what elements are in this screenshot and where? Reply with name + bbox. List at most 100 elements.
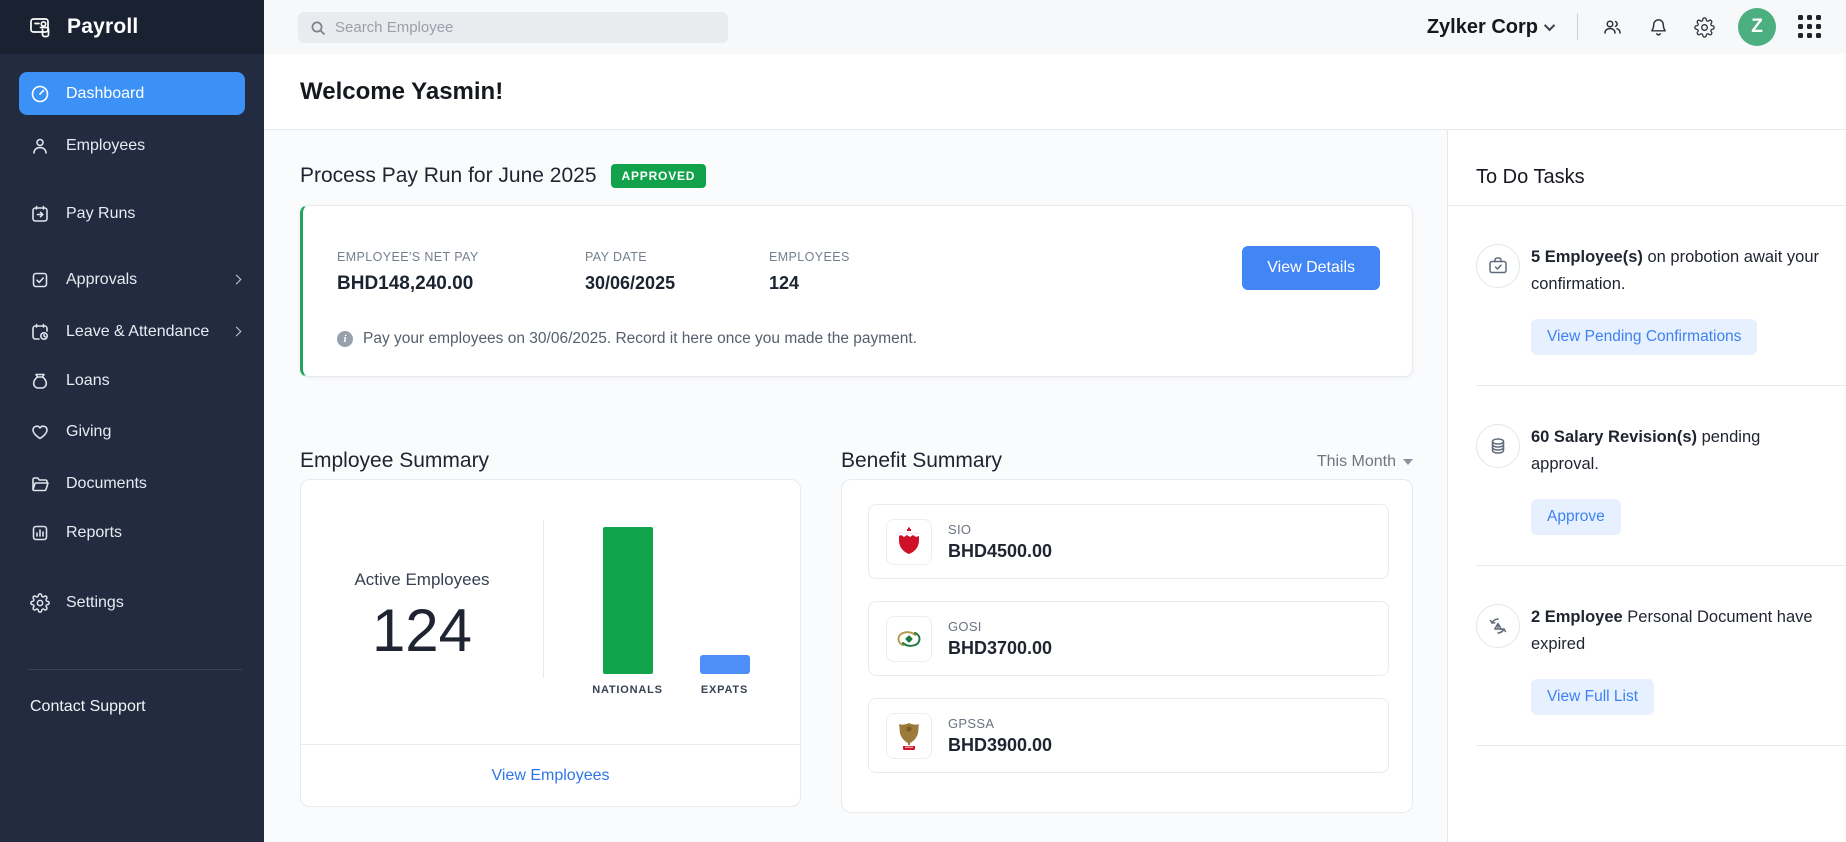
- task-text: 5 Employee(s) on probotion await your co…: [1531, 244, 1822, 298]
- sidebar-item-approvals[interactable]: Approvals: [0, 258, 264, 301]
- benefit-amount: BHD3700.00: [948, 638, 1052, 659]
- benefit-row-gosi[interactable]: GOSI BHD3700.00: [868, 601, 1389, 676]
- sidebar-item-leave-attendance[interactable]: Leave & Attendance: [0, 310, 264, 353]
- bar-nationals: [603, 527, 653, 674]
- settings-gear-icon: [30, 593, 50, 613]
- task-text: 60 Salary Revision(s) pending approval.: [1531, 424, 1822, 478]
- task-expired-documents: 2 Employee Personal Document have expire…: [1448, 566, 1846, 715]
- sidebar-item-giving[interactable]: Giving: [0, 410, 264, 453]
- task-pending-confirmations: 5 Employee(s) on probotion await your co…: [1448, 206, 1846, 355]
- reports-icon: [30, 523, 50, 543]
- topbar: Zylker Corp Z: [264, 0, 1846, 54]
- benefit-summary-title: Benefit Summary: [841, 449, 1002, 473]
- stat-label: PAY DATE: [585, 250, 769, 264]
- gosi-logo-icon: [886, 616, 932, 662]
- task-salary-revisions: 60 Salary Revision(s) pending approval. …: [1448, 386, 1846, 535]
- approve-button[interactable]: Approve: [1531, 499, 1621, 535]
- view-full-list-button[interactable]: View Full List: [1531, 679, 1654, 715]
- task-count: 60 Salary Revision(s): [1531, 428, 1697, 446]
- benefit-row-sio[interactable]: SIO BHD4500.00: [868, 504, 1389, 579]
- stat-label: EMPLOYEE'S NET PAY: [337, 250, 585, 264]
- sidebar-item-reports[interactable]: Reports: [0, 511, 264, 554]
- sio-emblem-icon: [886, 519, 932, 565]
- active-employees-label: Active Employees: [354, 570, 489, 590]
- search-input[interactable]: [335, 19, 695, 36]
- benefit-amount: BHD3900.00: [948, 735, 1052, 756]
- sidebar-item-pay-runs[interactable]: Pay Runs: [0, 192, 264, 235]
- dropdown-arrow-icon: [1403, 459, 1413, 465]
- dashboard-icon: [30, 84, 50, 104]
- benefit-amount: BHD4500.00: [948, 541, 1052, 562]
- employee-summary-card: Active Employees 124 NATIONALS EXPATS Vi…: [300, 479, 801, 807]
- benefit-period-dropdown[interactable]: This Month: [1305, 453, 1413, 471]
- leave-attendance-icon: [30, 322, 50, 342]
- coins-icon: [1476, 424, 1520, 468]
- sidebar-item-employees[interactable]: Employees: [0, 124, 264, 167]
- sidebar-item-label: Employees: [66, 137, 145, 155]
- expired-document-icon: [1476, 604, 1520, 648]
- users-icon[interactable]: [1600, 15, 1624, 39]
- benefit-summary-card: SIO BHD4500.00 GOSI BHD3700.00: [841, 479, 1413, 813]
- sidebar-item-label: Approvals: [66, 271, 137, 289]
- approvals-icon: [30, 270, 50, 290]
- chevron-down-icon: [1544, 20, 1555, 31]
- sidebar-item-loans[interactable]: Loans: [0, 359, 264, 402]
- view-employees-link[interactable]: View Employees: [492, 767, 610, 785]
- main-content: Process Pay Run for June 2025 APPROVED E…: [264, 130, 1447, 842]
- todo-panel: To Do Tasks 5 Employee(s) on probotion a…: [1447, 130, 1846, 842]
- sidebar-item-dashboard[interactable]: Dashboard: [19, 72, 245, 115]
- briefcase-check-icon: [1476, 244, 1520, 288]
- app-grid-icon[interactable]: [1798, 15, 1822, 39]
- employee-bar-chart: NATIONALS EXPATS: [571, 480, 781, 720]
- task-text: 2 Employee Personal Document have expire…: [1531, 604, 1822, 658]
- sidebar-item-documents[interactable]: Documents: [0, 462, 264, 505]
- sidebar-item-label: Settings: [66, 594, 124, 612]
- sidebar-nav: Dashboard Employees Pay Runs Approvals: [0, 54, 264, 716]
- sidebar-item-label: Pay Runs: [66, 205, 135, 223]
- sidebar: Payroll Dashboard Employees Pay Runs App…: [0, 0, 264, 842]
- sidebar-item-settings[interactable]: Settings: [0, 581, 264, 624]
- benefit-name: SIO: [948, 522, 1052, 537]
- info-icon: i: [337, 331, 353, 347]
- benefit-name: GOSI: [948, 619, 1052, 634]
- loans-icon: [30, 371, 50, 391]
- sidebar-item-label: Giving: [66, 423, 111, 441]
- task-count: 5 Employee(s): [1531, 248, 1643, 266]
- pay-runs-icon: [30, 204, 50, 224]
- benefit-period-value: This Month: [1317, 453, 1396, 470]
- chevron-right-icon: [232, 275, 242, 285]
- org-name: Zylker Corp: [1427, 16, 1538, 39]
- documents-folder-icon: [30, 474, 50, 494]
- sidebar-item-label: Reports: [66, 524, 122, 542]
- payrun-note: Pay your employees on 30/06/2025. Record…: [363, 330, 917, 348]
- status-badge: APPROVED: [611, 164, 707, 188]
- app-logo: Payroll: [0, 0, 264, 54]
- sidebar-divider: [28, 669, 242, 670]
- employee-search[interactable]: [298, 12, 728, 43]
- app-title: Payroll: [67, 15, 138, 39]
- sidebar-item-label: Dashboard: [66, 85, 144, 103]
- benefit-name: GPSSA: [948, 716, 1052, 731]
- contact-support-link[interactable]: Contact Support: [0, 698, 264, 716]
- notifications-bell-icon[interactable]: [1646, 15, 1670, 39]
- stat-label: EMPLOYEES: [769, 250, 850, 264]
- payrun-card: EMPLOYEE'S NET PAY BHD148,240.00 PAY DAT…: [300, 205, 1413, 377]
- chart-divider: [543, 520, 544, 678]
- bar-expats: [700, 655, 750, 674]
- view-details-button[interactable]: View Details: [1242, 246, 1380, 290]
- org-switcher[interactable]: Zylker Corp: [1427, 16, 1555, 39]
- page-title: Welcome Yasmin!: [300, 78, 503, 106]
- sidebar-item-label: Loans: [66, 372, 110, 390]
- task-count: 2 Employee: [1531, 608, 1623, 626]
- employees-icon: [30, 136, 50, 156]
- bar-label-nationals: NATIONALS: [589, 684, 667, 696]
- todo-title: To Do Tasks: [1476, 166, 1846, 189]
- user-avatar[interactable]: Z: [1738, 8, 1776, 46]
- sidebar-item-label: Leave & Attendance: [66, 323, 209, 341]
- benefit-row-gpssa[interactable]: GPSSA BHD3900.00: [868, 698, 1389, 773]
- topbar-separator: [1577, 14, 1578, 40]
- settings-gear-icon-top[interactable]: [1692, 15, 1716, 39]
- employees-count-value: 124: [769, 273, 850, 294]
- view-pending-confirmations-button[interactable]: View Pending Confirmations: [1531, 319, 1757, 355]
- net-pay-value: BHD148,240.00: [337, 273, 585, 295]
